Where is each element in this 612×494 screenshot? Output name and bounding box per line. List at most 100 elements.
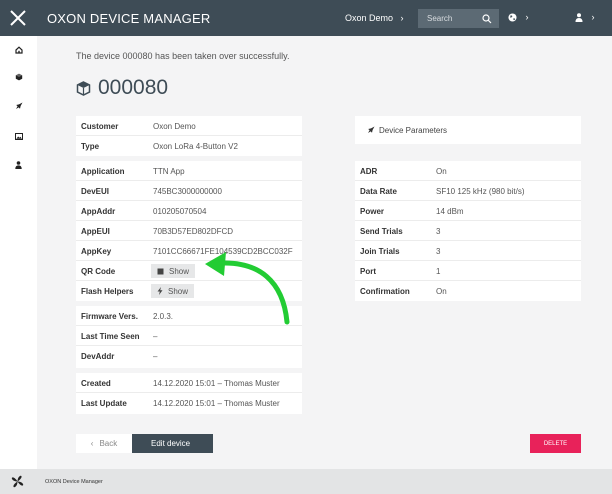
row-value: 70B3D57ED802DFCD <box>153 227 234 236</box>
info-row-appaddr: AppAddr 010205070504 <box>76 201 302 221</box>
language-selector[interactable]: › <box>508 12 529 22</box>
general-info-card: Customer Oxon Demo Type Oxon LoRa 4-Butt… <box>76 116 302 156</box>
footer-text: OXON Device Manager <box>45 479 103 485</box>
device-parameters-header: Device Parameters <box>355 116 581 144</box>
edit-device-button[interactable]: Edit device <box>132 434 213 453</box>
sidebar <box>0 36 37 469</box>
row-label: Port <box>360 267 376 276</box>
row-label: QR Code <box>81 267 116 276</box>
user-menu[interactable]: › <box>575 12 595 23</box>
row-label: Type <box>81 142 100 151</box>
back-label: Back <box>99 439 118 448</box>
page-title: 000080 <box>76 76 168 100</box>
row-label: Send Trials <box>360 227 403 236</box>
info-row-last-update: Last Update 14.12.2020 15:01 – Thomas Mu… <box>76 393 302 413</box>
device-parameters-title: Device Parameters <box>379 126 448 135</box>
row-label: DevAddr <box>81 352 115 361</box>
button-label: Show <box>169 266 190 276</box>
info-row-devaddr: DevAddr – <box>76 346 302 366</box>
organization-selector[interactable]: Oxon Demo › <box>345 13 404 23</box>
row-label: Firmware Vers. <box>81 312 138 321</box>
row-label: Last Update <box>81 399 127 408</box>
oxon-logo-icon[interactable] <box>5 5 31 31</box>
delete-label: DELETE <box>543 440 568 447</box>
chevron-left-icon: ‹ <box>90 439 94 448</box>
rocket-icon <box>15 102 22 109</box>
search-placeholder: Search <box>427 14 453 23</box>
organization-label: Oxon Demo <box>345 13 394 23</box>
row-label: DevEUI <box>81 187 110 196</box>
oxon-logo-icon <box>11 475 24 488</box>
audit-info-card: Created 14.12.2020 15:01 – Thomas Muster… <box>76 373 302 414</box>
row-value: 14 dBm <box>436 207 464 216</box>
row-label: AppAddr <box>81 207 116 216</box>
row-value: 14.12.2020 15:01 – Thomas Muster <box>153 379 280 388</box>
row-value: 14.12.2020 15:01 – Thomas Muster <box>153 399 280 408</box>
user-icon <box>15 161 22 169</box>
param-row-join-trials: Join Trials 3 <box>355 241 581 261</box>
info-row-last-seen: Last Time Seen – <box>76 326 302 346</box>
sidebar-item-media[interactable] <box>0 126 37 146</box>
chevron-right-icon: › <box>525 12 529 22</box>
row-value: Oxon Demo <box>153 122 196 131</box>
row-label: Flash Helpers <box>81 287 134 296</box>
row-label: Customer <box>81 122 119 131</box>
sidebar-item-deployments[interactable] <box>0 96 37 116</box>
back-button[interactable]: ‹ Back <box>76 434 132 453</box>
status-info-card: Firmware Vers. 2.0.3. Last Time Seen – D… <box>76 306 302 368</box>
row-value: TTN App <box>153 167 185 176</box>
info-row-deveui: DevEUI 745BC3000000000 <box>76 181 302 201</box>
home-icon <box>14 46 23 54</box>
user-icon <box>575 13 583 23</box>
search-box[interactable]: Search <box>418 9 499 28</box>
param-row-adr: ADR On <box>355 161 581 181</box>
row-label: Confirmation <box>360 287 410 296</box>
row-value: On <box>436 167 447 176</box>
info-row-appkey: AppKey 7101CC66671FE104539CD2BCC032F <box>76 241 302 261</box>
row-value: 010205070504 <box>153 207 207 216</box>
row-value: 2.0.3. <box>153 312 174 321</box>
row-label: Power <box>360 207 385 216</box>
info-row-qr-code: QR Code Show <box>76 261 302 281</box>
device-icon <box>76 80 91 96</box>
show-qr-code-button[interactable]: Show <box>151 264 196 278</box>
param-row-send-trials: Send Trials 3 <box>355 221 581 241</box>
device-id: 000080 <box>98 76 169 99</box>
app-title: OXON DEVICE MANAGER <box>47 11 211 26</box>
row-value: 745BC3000000000 <box>153 187 222 196</box>
sidebar-item-users[interactable] <box>0 155 37 175</box>
row-value: 3 <box>436 247 441 256</box>
footer: OXON Device Manager <box>0 469 612 494</box>
search-icon[interactable] <box>482 14 492 24</box>
edit-device-label: Edit device <box>151 439 191 448</box>
info-row-customer: Customer Oxon Demo <box>76 116 302 136</box>
chevron-right-icon: › <box>400 13 404 23</box>
row-label: Last Time Seen <box>81 332 140 341</box>
delete-button[interactable]: DELETE <box>530 434 581 453</box>
qr-code-icon <box>157 268 164 274</box>
lora-info-card: Application TTN App DevEUI 745BC30000000… <box>76 161 302 301</box>
image-icon <box>14 132 23 140</box>
row-value: Oxon LoRa 4-Button V2 <box>153 142 238 151</box>
row-label: AppEUI <box>81 227 110 236</box>
device-parameters-card: ADR On Data Rate SF10 125 kHz (980 bit/s… <box>355 161 581 301</box>
row-label: Created <box>81 379 111 388</box>
param-row-confirmation: Confirmation On <box>355 281 581 301</box>
chevron-right-icon: › <box>591 12 595 22</box>
info-row-flash-helpers: Flash Helpers Show <box>76 281 302 301</box>
row-label: AppKey <box>81 247 112 256</box>
sidebar-item-devices[interactable] <box>0 67 37 87</box>
show-flash-helpers-button[interactable]: Show <box>151 284 195 298</box>
flash-icon <box>157 287 163 295</box>
info-row-appeui: AppEUI 70B3D57ED802DFCD <box>76 221 302 241</box>
sidebar-item-home[interactable] <box>0 40 37 60</box>
success-message: The device 000080 has been taken over su… <box>76 51 290 61</box>
row-value: 1 <box>436 267 441 276</box>
row-label: Application <box>81 167 125 176</box>
device-icon <box>15 73 22 81</box>
info-row-firmware: Firmware Vers. 2.0.3. <box>76 306 302 326</box>
param-row-port: Port 1 <box>355 261 581 281</box>
row-value: – <box>153 332 158 341</box>
row-value: – <box>153 352 158 361</box>
rocket-icon <box>368 126 375 133</box>
